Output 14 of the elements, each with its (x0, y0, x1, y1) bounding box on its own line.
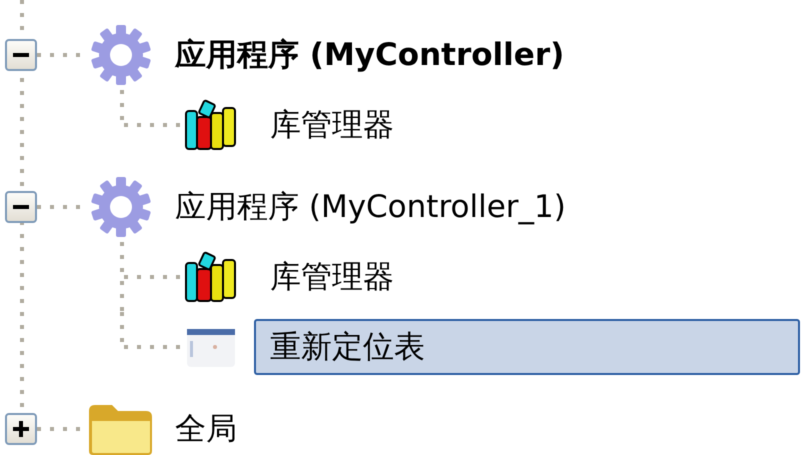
books-icon (183, 99, 239, 151)
tree-item[interactable]: 重新定位表 (254, 319, 800, 375)
minus-icon (13, 205, 29, 209)
tree-item[interactable]: 库管理器 (254, 97, 410, 153)
books-icon (183, 251, 239, 303)
expand-toggle[interactable] (5, 39, 37, 71)
tree-item[interactable]: 应用程序 (MyController_1) (175, 186, 566, 228)
minus-icon (13, 53, 29, 57)
tree-item[interactable]: 应用程序 (MyController) (175, 34, 564, 76)
tree-item[interactable]: 全局 (175, 408, 237, 450)
plus-icon (13, 421, 29, 437)
expand-toggle[interactable] (5, 191, 37, 223)
expand-toggle[interactable] (5, 413, 37, 445)
tree-item[interactable]: 库管理器 (254, 249, 410, 305)
